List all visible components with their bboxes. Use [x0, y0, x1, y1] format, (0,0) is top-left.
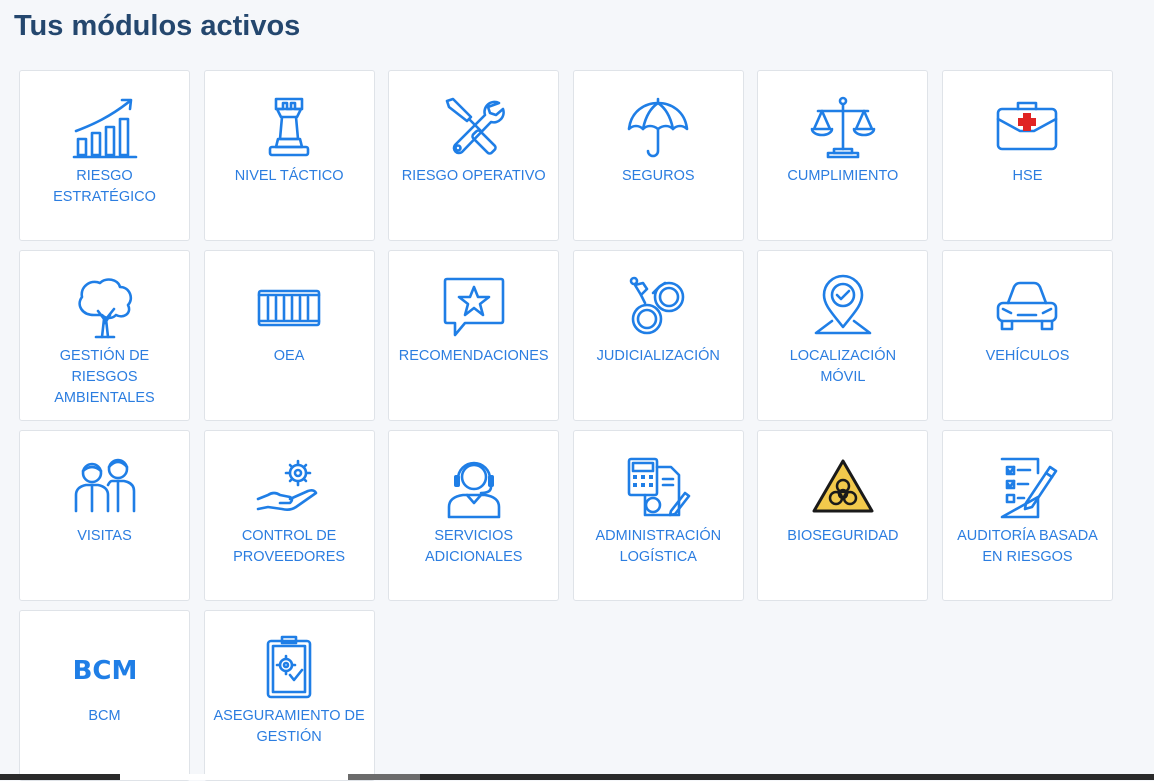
module-card-vehiculos[interactable]: VEHÍCULOS: [941, 250, 1113, 421]
module-label: RIESGO OPERATIVO: [401, 168, 546, 184]
scales-icon: [810, 95, 876, 161]
page-title: Tus módulos activos: [14, 10, 301, 42]
module-card-riesgo-operativo[interactable]: RIESGO OPERATIVO: [388, 70, 560, 241]
module-card-gestion-riesgos-ambientales[interactable]: GESTIÓN DE RIESGOS AMBIENTALES: [19, 250, 190, 421]
module-label: ADMINISTRACIÓN LOGÍSTICA: [595, 528, 722, 565]
module-label: ASEGURAMIENTO DE GESTIÓN: [213, 708, 365, 745]
headset-agent-icon: [441, 455, 507, 521]
module-card-oea[interactable]: OEA: [203, 250, 375, 421]
module-card-localizacion-movil[interactable]: LOCALIZACIÓN MÓVIL: [757, 250, 929, 421]
module-label: RECOMENDACIONES: [398, 348, 549, 364]
module-label: LOCALIZACIÓN MÓVIL: [789, 348, 897, 385]
umbrella-icon: [625, 95, 691, 161]
module-label: VISITAS: [77, 528, 132, 544]
module-label: CUMPLIMIENTO: [787, 168, 899, 184]
module-label: CONTROL DE PROVEEDORES: [233, 528, 346, 565]
hand-gear-icon: [256, 455, 322, 521]
module-card-aseguramiento-gestion[interactable]: ASEGURAMIENTO DE GESTIÓN: [203, 610, 375, 781]
bcm-text-icon: BCM: [72, 635, 138, 701]
bcm-icon-text: BCM: [72, 656, 137, 686]
module-label: SEGUROS: [622, 168, 695, 184]
clipboard-gear-icon: [256, 635, 322, 701]
module-label: BCM: [88, 708, 121, 724]
first-aid-kit-icon: [994, 95, 1060, 161]
module-card-judicializacion[interactable]: JUDICIALIZACIÓN: [572, 250, 744, 421]
module-label: BIOSEGURIDAD: [787, 528, 899, 544]
module-card-nivel-tactico[interactable]: NIVEL TÁCTICO: [203, 70, 375, 241]
location-pin-icon: [810, 274, 876, 341]
module-label: AUDITORÍA BASADA EN RIESGOS: [957, 528, 1098, 565]
module-card-visitas[interactable]: VISITAS: [19, 430, 190, 601]
module-label: SERVICIOS ADICIONALES: [424, 528, 523, 565]
tree-icon: [72, 275, 138, 341]
module-card-control-proveedores[interactable]: CONTROL DE PROVEEDORES: [203, 430, 375, 601]
module-card-auditoria-basada-riesgos[interactable]: AUDITORÍA BASADA EN RIESGOS: [941, 430, 1113, 601]
scrollbar-thumb[interactable]: [120, 774, 348, 780]
module-label: JUDICIALIZACIÓN: [596, 348, 720, 364]
modules-grid: RIESGO ESTRATÉGICO NIVEL TÁCTICO RIESGO …: [19, 70, 1113, 781]
module-card-riesgo-estrategico[interactable]: RIESGO ESTRATÉGICO: [19, 70, 190, 241]
module-label: VEHÍCULOS: [985, 348, 1070, 364]
horizontal-scrollbar[interactable]: [0, 774, 1154, 780]
star-chat-icon: [441, 275, 507, 341]
module-label: GESTIÓN DE RIESGOS AMBIENTALES: [54, 348, 155, 406]
module-label: HSE: [1012, 168, 1043, 184]
module-card-administracion-logistica[interactable]: ADMINISTRACIÓN LOGÍSTICA: [572, 430, 744, 601]
visitors-icon: [72, 455, 138, 521]
module-card-bcm[interactable]: BCM BCM: [19, 610, 190, 781]
chess-rook-icon: [256, 95, 322, 161]
biohazard-icon: [810, 455, 876, 521]
calculator-document-icon: [625, 455, 691, 521]
module-card-recomendaciones[interactable]: RECOMENDACIONES: [388, 250, 560, 421]
module-card-hse[interactable]: HSE: [941, 70, 1113, 241]
module-label: NIVEL TÁCTICO: [234, 168, 344, 184]
scrollbar-thumb-shadow: [348, 774, 420, 780]
checklist-pen-icon: [994, 455, 1060, 521]
container-icon: [256, 275, 322, 341]
module-card-servicios-adicionales[interactable]: SERVICIOS ADICIONALES: [388, 430, 560, 601]
module-card-bioseguridad[interactable]: BIOSEGURIDAD: [757, 430, 929, 601]
handcuffs-icon: [625, 275, 691, 341]
module-label: OEA: [273, 348, 305, 364]
module-label: RIESGO ESTRATÉGICO: [53, 168, 156, 205]
module-card-seguros[interactable]: SEGUROS: [572, 70, 744, 241]
module-card-cumplimiento[interactable]: CUMPLIMIENTO: [757, 70, 929, 241]
growth-chart-icon: [72, 95, 138, 161]
car-icon: [994, 275, 1060, 341]
screwdriver-wrench-icon: [441, 95, 507, 161]
